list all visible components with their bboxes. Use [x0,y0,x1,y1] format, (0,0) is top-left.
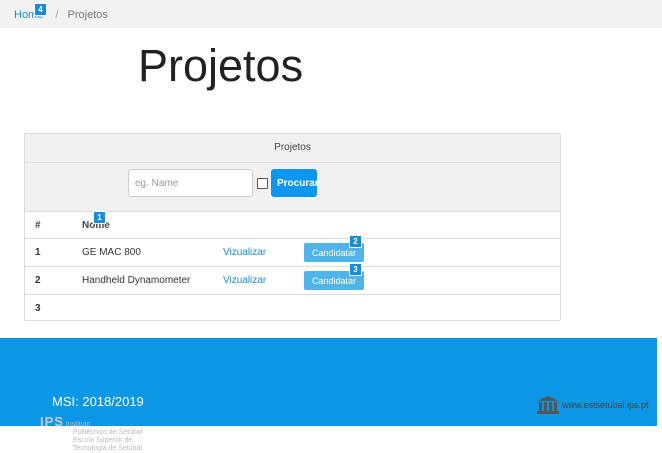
row-number: 3 [35,303,41,314]
view-link[interactable]: Vizualizar [223,275,266,286]
logo-ips: IPS [40,414,64,429]
row-number: 1 [25,238,82,267]
project-name: Handheld Dynamometer [82,266,223,295]
search-button[interactable]: Procurar [271,169,319,197]
breadcrumb: Home / Projetos [0,0,662,28]
table-row: 3 [25,295,560,323]
panel-title: Projetos [25,134,560,163]
badge-nome: 1 [93,211,106,224]
badge-home: 4 [34,3,47,16]
badge-apply-1: 2 [349,235,362,248]
project-name [82,295,223,323]
column-header-number: # [25,212,82,239]
search-input[interactable] [128,169,253,197]
school-logo: IPS Instituto Politécnico de Setúbal Esc… [40,414,143,452]
projects-table: # Nome 1 GE MAC 800 Vizualizar Candidata… [25,212,560,322]
breadcrumb-current: Projetos [67,9,108,21]
footer-site[interactable]: www.estsetubal.ips.pt [537,396,649,414]
row-number: 2 [25,266,82,295]
filter-checkbox[interactable] [257,178,268,189]
breadcrumb-separator: / [55,9,59,21]
badge-apply-2: 3 [349,263,362,276]
view-link[interactable]: Vizualizar [223,247,266,258]
project-name: GE MAC 800 [82,238,223,267]
projects-panel: Projetos Procurar # Nome 1 GE MAC 800 Vi… [24,133,561,321]
footer-year: MSI: 2018/2019 [52,394,144,409]
footer-site-link[interactable]: www.estsetubal.ips.pt [562,400,649,410]
filter-row: Procurar [25,163,560,212]
column-header-apply [304,212,560,239]
institution-icon [537,396,559,414]
table-row: 1 GE MAC 800 Vizualizar Candidatar [25,238,560,267]
column-header-view [223,212,304,239]
table-row: 2 Handheld Dynamometer Vizualizar Candid… [25,266,560,295]
page-title: Projetos [138,40,304,91]
